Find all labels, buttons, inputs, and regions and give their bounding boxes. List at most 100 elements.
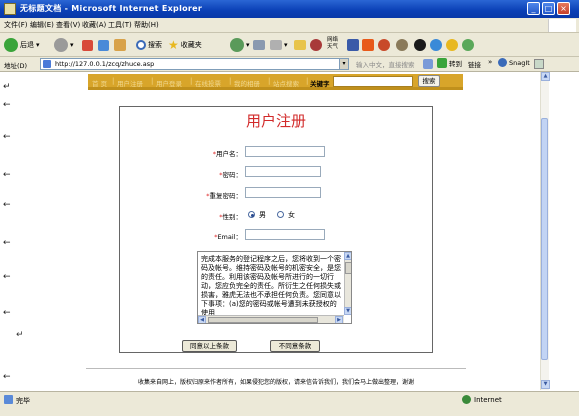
links-label[interactable]: 链接 xyxy=(468,59,481,69)
menu-file[interactable]: 文件(F) xyxy=(4,20,28,30)
gender-male-label: 男 xyxy=(259,211,266,219)
nav-site-search[interactable]: 站点搜索 xyxy=(273,78,299,88)
page-icon xyxy=(43,60,51,68)
user-button[interactable] xyxy=(396,37,408,53)
site-search-button[interactable]: 搜索 xyxy=(418,75,440,87)
back-button[interactable]: 后退 ▾ xyxy=(4,37,40,53)
address-dropdown-icon[interactable]: ▾ xyxy=(339,58,349,70)
search-dropdown-icon[interactable] xyxy=(423,59,433,69)
page-scroll-down-icon[interactable]: ▼ xyxy=(541,380,550,389)
smiley-button[interactable] xyxy=(446,37,458,53)
username-label-text: 用户名： xyxy=(216,150,242,158)
nav-vote[interactable]: 在线投票 xyxy=(195,78,221,88)
gender-female-radio[interactable] xyxy=(277,211,284,218)
gender-label-text: 性别： xyxy=(222,213,243,221)
search-button[interactable]: 搜索 xyxy=(136,37,162,53)
snagit-icon xyxy=(498,58,507,67)
media-player-button[interactable] xyxy=(362,37,374,53)
terms-textarea[interactable]: 完成本服务的登记程序之后，您将收到一个密码及帐号。维持密码及帐号的机密安全，是您… xyxy=(197,251,352,324)
weather-button[interactable]: 网络 天气 xyxy=(327,37,338,53)
cup-icon xyxy=(378,39,390,51)
username-label: *用户名： xyxy=(182,148,242,158)
print-button[interactable]: ▾ xyxy=(270,37,288,53)
tool-button[interactable] xyxy=(462,37,474,53)
paragraph-arrow-icon: ← xyxy=(3,272,11,282)
paragraph-arrow-icon: ↵ xyxy=(3,82,11,92)
nav-separator: | xyxy=(306,77,309,85)
menu-favorites[interactable]: 收藏(A) xyxy=(82,20,106,30)
email-input[interactable] xyxy=(245,229,325,240)
password-input[interactable] xyxy=(245,166,321,177)
nav-separator: | xyxy=(229,77,232,85)
menu-edit[interactable]: 编辑(E) xyxy=(30,20,54,30)
snagit-window-icon[interactable] xyxy=(534,59,544,69)
smiley-icon xyxy=(446,39,458,51)
paragraph-arrow-icon: ← xyxy=(3,372,11,382)
cup-button[interactable] xyxy=(378,37,390,53)
scroll-down-arrow-icon[interactable]: ▼ xyxy=(344,307,351,315)
forward-button[interactable]: ▾ xyxy=(54,37,74,53)
page-scroll-up-icon[interactable]: ▲ xyxy=(541,72,550,81)
footer-divider xyxy=(86,368,466,369)
nav-album[interactable]: 我的相册 xyxy=(234,78,260,88)
page-scroll-thumb[interactable] xyxy=(541,118,548,360)
minimize-button[interactable]: _ xyxy=(527,2,540,15)
agree-button[interactable]: 同意以上条款 xyxy=(182,340,237,352)
nav-login[interactable]: 用户登录 xyxy=(156,78,182,88)
search-hint[interactable]: 输入中文，直接搜索 xyxy=(356,59,415,69)
star-icon: ★ xyxy=(168,38,179,52)
page-title: 用户注册 xyxy=(245,112,306,130)
go-button[interactable]: 转到 xyxy=(437,58,462,68)
snagit-button[interactable]: SnagIt xyxy=(498,58,530,67)
messenger-button[interactable] xyxy=(310,37,322,53)
folder-button[interactable] xyxy=(294,37,306,53)
close-button[interactable]: × xyxy=(557,2,570,15)
disagree-button[interactable]: 不同意条款 xyxy=(270,340,320,352)
messenger-icon xyxy=(310,39,322,51)
back-arrow-icon xyxy=(4,38,18,52)
terms-hscroll-thumb[interactable] xyxy=(208,317,318,323)
user-icon xyxy=(396,39,408,51)
address-input[interactable]: http://127.0.0.1/zcq/zhuce.asp xyxy=(40,58,340,70)
weather-label-a: 网络 xyxy=(327,37,339,43)
scroll-left-arrow-icon[interactable]: ◀ xyxy=(198,316,206,323)
confirm-password-input[interactable] xyxy=(245,187,321,198)
refresh-button[interactable] xyxy=(98,37,109,53)
gender-male-radio[interactable] xyxy=(248,211,255,218)
penguin-icon xyxy=(414,39,426,51)
stop-button[interactable] xyxy=(82,37,93,53)
media-button[interactable]: ▾ xyxy=(230,37,250,53)
calendar-button[interactable] xyxy=(347,37,359,53)
home-icon xyxy=(114,39,126,51)
paragraph-arrow-icon: ← xyxy=(3,200,11,210)
calendar-icon xyxy=(347,39,359,51)
home-button[interactable] xyxy=(114,37,126,53)
media-icon xyxy=(230,38,244,52)
maximize-button[interactable]: □ xyxy=(542,2,555,15)
chat-button[interactable] xyxy=(430,37,442,53)
terms-vscroll-thumb[interactable] xyxy=(345,262,351,274)
favorites-button[interactable]: ★ 收藏夹 xyxy=(168,37,202,53)
terms-vertical-scrollbar[interactable]: ▲ ▼ xyxy=(344,252,351,315)
search-label: 搜索 xyxy=(148,41,162,49)
menu-view[interactable]: 查看(V) xyxy=(56,20,80,30)
gender-label: *性别： xyxy=(182,211,242,221)
paragraph-arrow-icon: ← xyxy=(3,170,11,180)
keyword-label: 关键字 xyxy=(310,80,330,88)
scroll-up-arrow-icon[interactable]: ▲ xyxy=(344,252,351,260)
nav-home[interactable]: 首 页 xyxy=(92,78,107,88)
window-title: 无标题文档 - Microsoft Internet Explorer xyxy=(20,4,203,13)
menu-help[interactable]: 帮助(H) xyxy=(134,20,159,30)
scroll-right-arrow-icon[interactable]: ▶ xyxy=(335,316,343,323)
mail-button[interactable] xyxy=(253,37,265,53)
gender-female-label: 女 xyxy=(288,211,295,219)
left-gutter: ↵ ← ← ← ← ← ← ← ← xyxy=(0,72,14,392)
terms-horizontal-scrollbar[interactable]: ◀ ▶ xyxy=(198,315,344,323)
username-input[interactable] xyxy=(245,146,325,157)
overflow-chevron-icon[interactable]: » xyxy=(488,58,492,66)
nav-register[interactable]: 用户注册 xyxy=(117,78,143,88)
menu-tools[interactable]: 工具(T) xyxy=(108,20,132,30)
internet-zone-icon xyxy=(462,395,471,404)
keyword-input[interactable] xyxy=(333,76,413,87)
qq-button[interactable] xyxy=(414,37,426,53)
